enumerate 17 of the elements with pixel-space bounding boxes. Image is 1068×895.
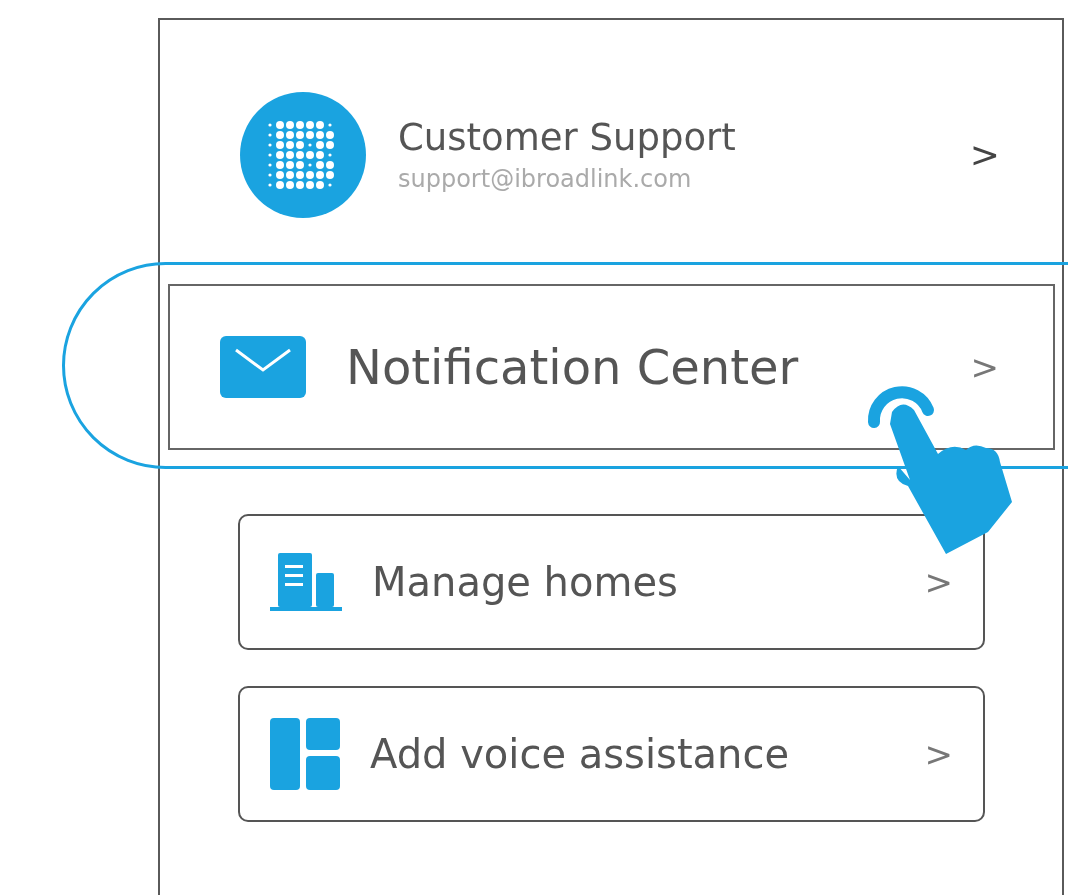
menu-label: Manage homes bbox=[372, 558, 678, 607]
support-email: support@ibroadlink.com bbox=[398, 164, 693, 195]
menu-item[interactable]: Manage homes > bbox=[238, 514, 985, 650]
building-icon bbox=[270, 553, 342, 611]
support-row[interactable]: Customer Support support@ibroadlink.com > bbox=[240, 92, 1000, 218]
menu-label: Add voice assistance bbox=[370, 730, 790, 779]
chevron: > bbox=[924, 560, 953, 604]
logo-icon bbox=[240, 92, 366, 218]
chevron: > bbox=[970, 345, 999, 389]
chevron: > bbox=[969, 133, 1000, 177]
chevron: > bbox=[924, 732, 953, 776]
layout-icon bbox=[270, 718, 340, 790]
support-title: Customer Support bbox=[398, 115, 736, 161]
envelope-icon bbox=[220, 336, 306, 398]
menu-label: Notification Center bbox=[346, 338, 799, 397]
menu-item[interactable]: Notification Center > bbox=[168, 284, 1055, 450]
menu-item[interactable]: Add voice assistance > bbox=[238, 686, 985, 822]
